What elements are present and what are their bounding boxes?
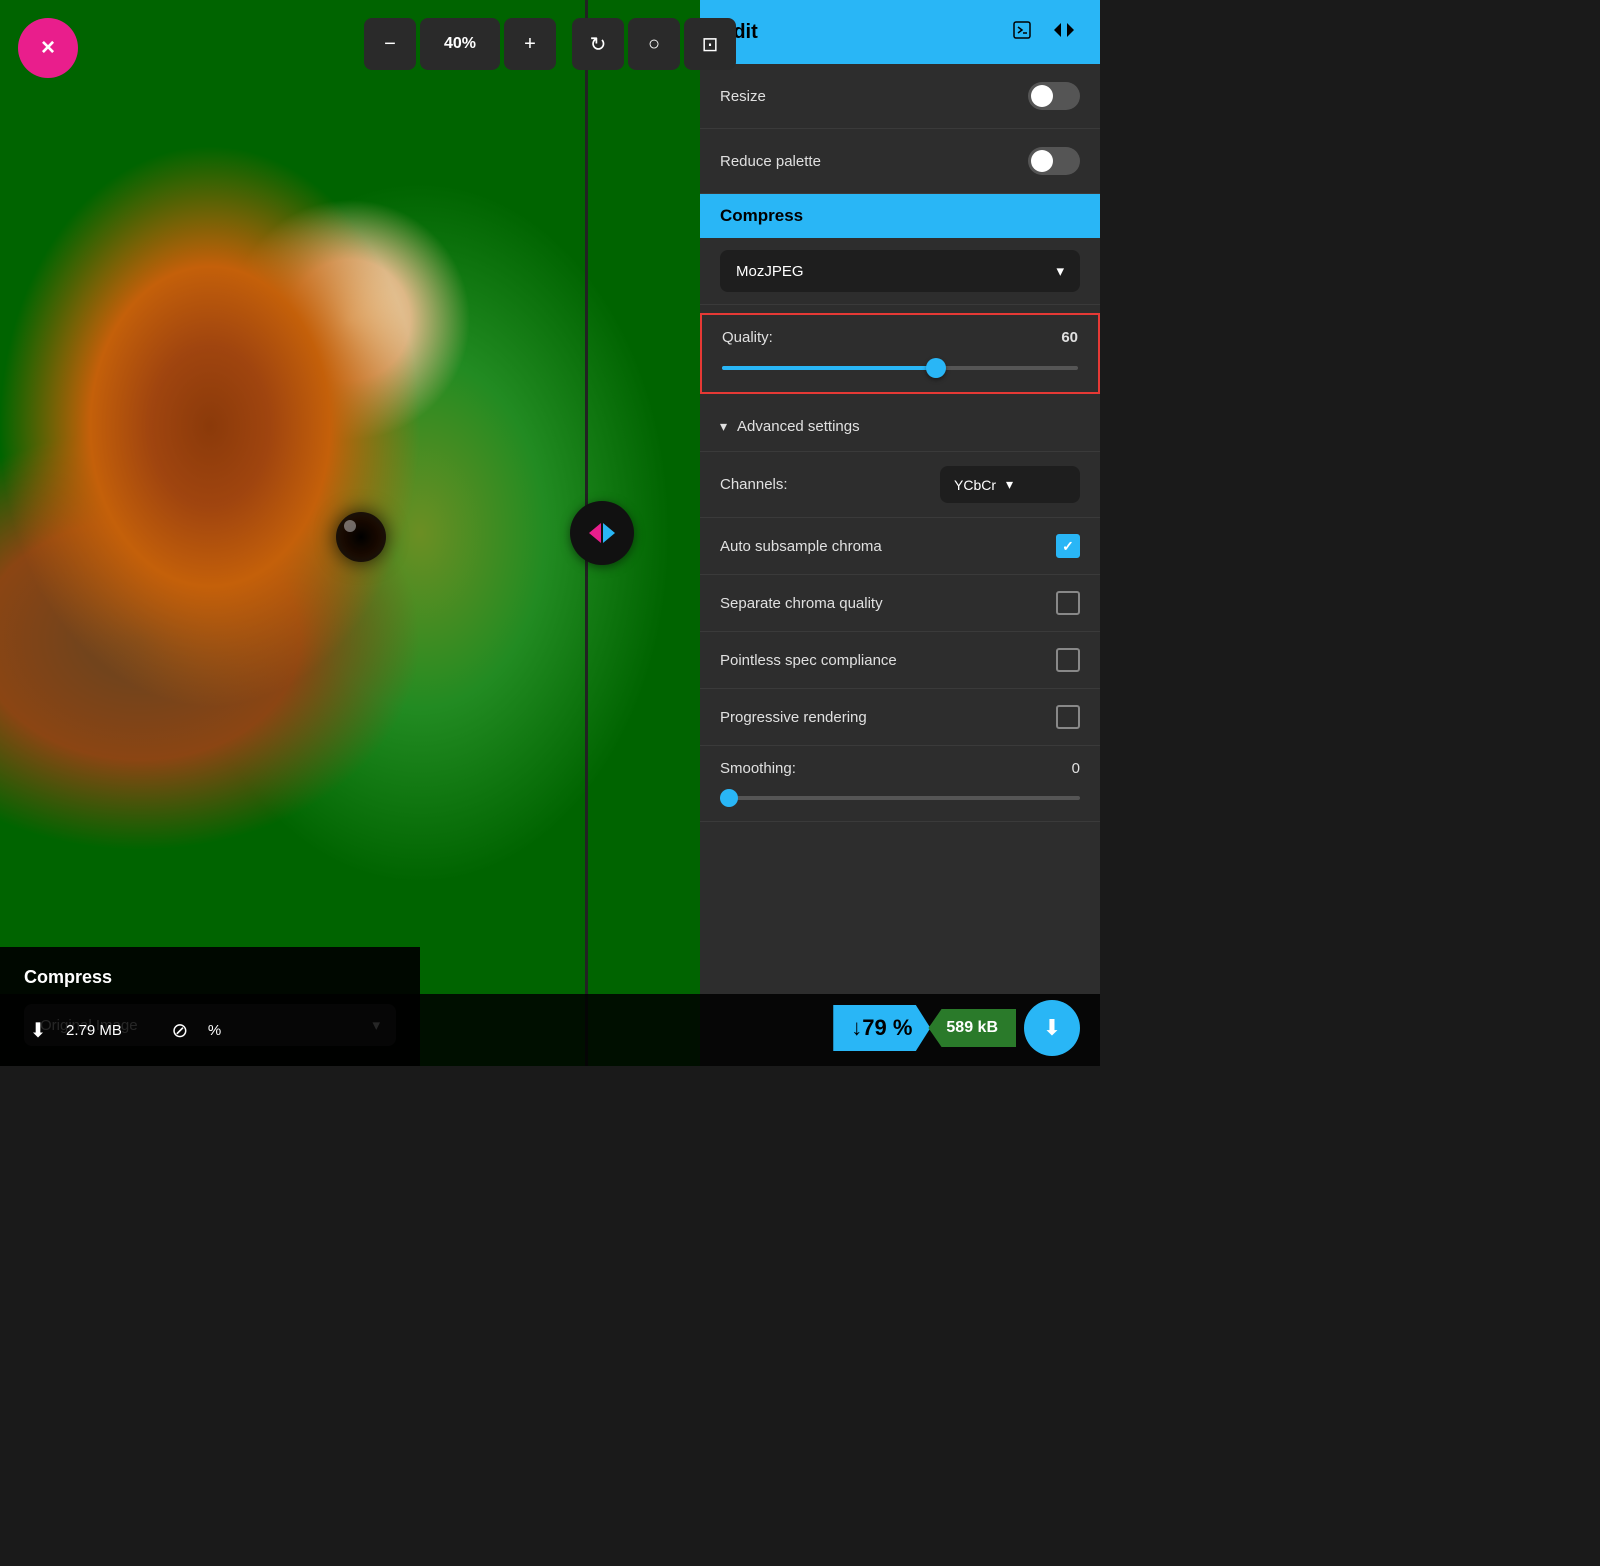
smoothing-header: Smoothing: 0 (720, 760, 1080, 777)
auto-subsample-row: Auto subsample chroma ✓ (700, 518, 1100, 575)
quality-slider-track (722, 366, 1078, 370)
smoothing-row: Smoothing: 0 (700, 746, 1100, 822)
codec-dropdown[interactable]: MozJPEG ▾ (720, 250, 1080, 292)
quality-slider-wrapper[interactable] (722, 358, 1078, 378)
reduction-label: ↓79 % (851, 1015, 912, 1041)
channels-chevron: ▾ (1006, 476, 1013, 493)
original-size-item: ⬇ 2.79 MB (20, 1012, 122, 1048)
terminal-icon-button[interactable] (1006, 16, 1038, 48)
separate-chroma-label: Separate chroma quality (720, 595, 883, 612)
arrow-left-icon (589, 523, 601, 543)
quality-row: Quality: 60 (700, 313, 1100, 394)
percent-status-icon: ⊘ (162, 1012, 198, 1048)
auto-subsample-checkbox[interactable]: ✓ (1056, 534, 1080, 558)
panda-eye (336, 512, 386, 562)
resize-row: Resize (700, 64, 1100, 129)
plus-icon: + (524, 33, 536, 56)
rotate-icon: ↻ (590, 32, 607, 57)
minus-icon: − (384, 33, 396, 56)
quality-header: Quality: 60 (722, 329, 1078, 346)
settings-content: Resize Reduce palette Compress MozJPEG ▾… (700, 64, 1100, 1066)
compress-section-title: Compress (720, 206, 803, 225)
reduce-palette-label: Reduce palette (720, 153, 821, 170)
separate-chroma-row: Separate chroma quality (700, 575, 1100, 632)
right-panel: Edit (700, 0, 1100, 1066)
circle-button[interactable]: ○ (628, 18, 680, 70)
zoom-out-button[interactable]: − (364, 18, 416, 70)
smoothing-label: Smoothing: (720, 760, 796, 777)
reduction-badge: ↓79 % (833, 1005, 930, 1051)
quality-slider-thumb[interactable] (926, 358, 946, 378)
bottom-status-bar: ⬇ 2.79 MB ⊘ % ↓79 % 589 kB ⬇ (0, 994, 1100, 1066)
download-button[interactable]: ⬇ (1024, 1000, 1080, 1056)
quality-slider-fill (722, 366, 936, 370)
pointless-spec-label: Pointless spec compliance (720, 652, 897, 669)
compare-handle[interactable] (570, 501, 634, 565)
close-icon: × (41, 34, 55, 62)
download-icon: ⬇ (1043, 1015, 1061, 1041)
quality-label: Quality: (722, 329, 773, 346)
terminal-icon (1012, 20, 1032, 45)
crop-button[interactable]: ⊡ (684, 18, 736, 70)
top-toolbar: − 40 % + ↻ ○ ⊡ (364, 18, 736, 70)
reduce-palette-row: Reduce palette (700, 129, 1100, 194)
download-status-icon: ⬇ (20, 1012, 56, 1048)
channels-dropdown[interactable]: YCbCr ▾ (940, 466, 1080, 503)
arrow-right-icon (603, 523, 615, 543)
arrow-toggle-icon (1053, 22, 1075, 43)
pointless-spec-checkbox[interactable] (1056, 648, 1080, 672)
pointless-spec-row: Pointless spec compliance (700, 632, 1100, 689)
zoom-number: 40 (444, 35, 462, 53)
channels-label: Channels: (720, 476, 788, 493)
channels-row: Channels: YCbCr ▾ (700, 452, 1100, 518)
compress-section-header: Compress (700, 194, 1100, 238)
resize-toggle[interactable] (1028, 82, 1080, 110)
close-button[interactable]: × (18, 18, 78, 78)
percent-value: % (208, 1022, 221, 1039)
compare-arrows (589, 523, 615, 543)
crop-icon: ⊡ (702, 32, 719, 57)
smoothing-slider-thumb[interactable] (720, 789, 738, 807)
zoom-unit: % (462, 35, 476, 53)
progressive-rendering-row: Progressive rendering (700, 689, 1100, 746)
channels-value: YCbCr (954, 477, 996, 493)
progressive-rendering-checkbox[interactable] (1056, 705, 1080, 729)
rotate-button[interactable]: ↻ (572, 18, 624, 70)
download-badge-group: ↓79 % 589 kB ⬇ (833, 1000, 1080, 1056)
progressive-rendering-label: Progressive rendering (720, 709, 867, 726)
auto-subsample-label: Auto subsample chroma (720, 538, 882, 555)
advanced-settings-title: Advanced settings (737, 418, 860, 435)
separate-chroma-checkbox[interactable] (1056, 591, 1080, 615)
quality-value-display: 60 (1061, 329, 1078, 346)
smoothing-slider-track (720, 796, 1080, 800)
edit-header: Edit (700, 0, 1100, 64)
arrow-toggle-button[interactable] (1048, 16, 1080, 48)
smoothing-slider-wrapper[interactable] (720, 789, 1080, 807)
advanced-settings-header[interactable]: ▾ Advanced settings (700, 402, 1100, 452)
bottom-compress-title: Compress (24, 967, 396, 988)
percent-item: ⊘ % (162, 1012, 221, 1048)
circle-icon: ○ (648, 33, 660, 56)
codec-value: MozJPEG (736, 263, 804, 280)
smoothing-value-display: 0 (1072, 760, 1080, 777)
checkmark-icon: ✓ (1062, 538, 1074, 555)
zoom-in-button[interactable]: + (504, 18, 556, 70)
reduce-palette-toggle[interactable] (1028, 147, 1080, 175)
codec-chevron: ▾ (1056, 262, 1064, 280)
output-size-badge: 589 kB (928, 1009, 1016, 1047)
output-size-value: 589 kB (946, 1019, 998, 1036)
resize-label: Resize (720, 88, 766, 105)
advanced-chevron-icon: ▾ (720, 418, 727, 435)
zoom-value-display: 40 % (420, 18, 500, 70)
codec-row: MozJPEG ▾ (700, 238, 1100, 305)
original-size-value: 2.79 MB (66, 1022, 122, 1039)
edit-header-icons (1006, 16, 1080, 48)
